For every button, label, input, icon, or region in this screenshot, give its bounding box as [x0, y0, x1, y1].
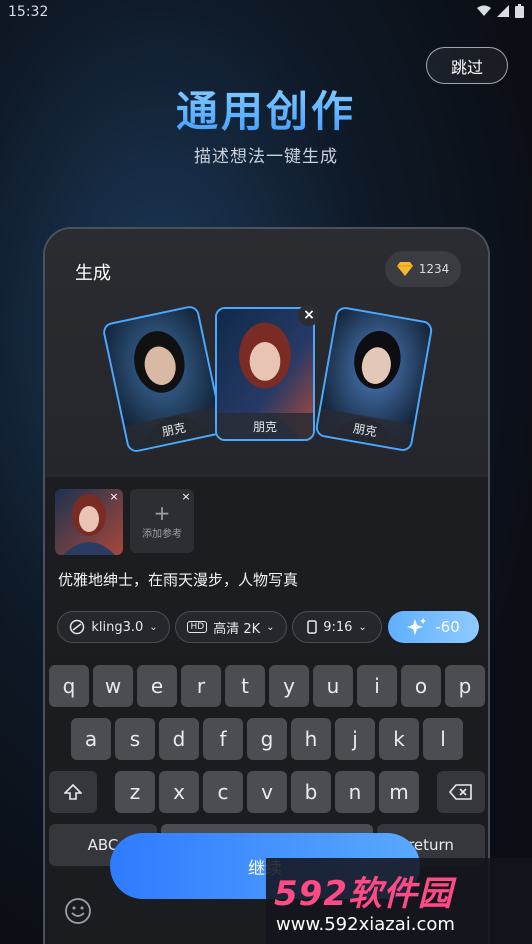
backspace-icon — [449, 784, 472, 800]
prompt-input[interactable]: 优雅地绅士，在雨天漫步，人物写真 — [58, 569, 298, 590]
key-e[interactable]: e — [137, 665, 177, 707]
key-d[interactable]: d — [159, 718, 199, 760]
hero-title: 通用创作 — [0, 78, 532, 139]
battery-icon — [515, 4, 524, 18]
phone-ratio-icon — [307, 620, 317, 634]
chevron-down-icon: ⌄ — [358, 621, 367, 633]
backspace-key[interactable] — [437, 771, 485, 813]
ratio-label: 9:16 — [323, 619, 353, 635]
quality-selector[interactable]: HD 高清 2K ⌄ — [175, 611, 287, 643]
key-k[interactable]: k — [379, 718, 419, 760]
add-reference-label: 添加参考 — [142, 528, 182, 540]
quality-label: 高清 2K — [213, 621, 261, 637]
key-h[interactable]: h — [291, 718, 331, 760]
credits-count: 1234 — [418, 262, 450, 276]
key-u[interactable]: u — [313, 665, 353, 707]
key-q[interactable]: q — [49, 665, 89, 707]
key-o[interactable]: o — [401, 665, 441, 707]
style-card-right[interactable]: 朋克 — [314, 305, 434, 453]
generate-panel: 生成 1234 朋克 朋克 朋克 × — [45, 229, 488, 477]
model-icon — [70, 619, 85, 635]
style-card-center[interactable]: 朋克 — [215, 307, 315, 441]
remove-reference-icon[interactable]: × — [107, 489, 121, 503]
close-add-reference-icon[interactable]: × — [179, 489, 193, 503]
key-j[interactable]: j — [335, 718, 375, 760]
key-p[interactable]: p — [445, 665, 485, 707]
generate-button[interactable]: -60 — [388, 611, 479, 643]
key-y[interactable]: y — [269, 665, 309, 707]
key-g[interactable]: g — [247, 718, 287, 760]
key-v[interactable]: v — [247, 771, 287, 813]
status-time: 15:32 — [8, 4, 49, 20]
key-a[interactable]: a — [71, 718, 111, 760]
shift-icon — [64, 784, 82, 800]
generate-cost: -60 — [435, 618, 460, 636]
shift-key[interactable] — [49, 771, 97, 813]
wifi-icon — [477, 5, 491, 16]
credits-badge[interactable]: 1234 — [385, 251, 461, 287]
sparkle-icon — [407, 618, 427, 635]
key-w[interactable]: w — [93, 665, 133, 707]
key-s[interactable]: s — [115, 718, 155, 760]
key-x[interactable]: x — [159, 771, 199, 813]
watermark-url: www.592xiazai.com — [276, 914, 455, 935]
key-i[interactable]: i — [357, 665, 397, 707]
key-f[interactable]: f — [203, 718, 243, 760]
chevron-down-icon: ⌄ — [266, 621, 275, 633]
emoji-icon[interactable] — [64, 897, 92, 925]
close-icon[interactable]: × — [298, 304, 320, 326]
status-icons — [477, 4, 524, 18]
key-n[interactable]: n — [335, 771, 375, 813]
hero-subtitle: 描述想法一键生成 — [194, 147, 338, 167]
watermark-brand: 592软件园 — [274, 874, 453, 914]
signal-icon — [497, 5, 509, 17]
key-m[interactable]: m — [379, 771, 419, 813]
reference-area: × + 添加参考 × 优雅地绅士，在雨天漫步，人物写真 kling3.0 ⌄ H… — [45, 477, 488, 657]
diamond-icon — [396, 262, 413, 276]
status-bar: 15:32 — [0, 0, 532, 26]
key-l[interactable]: l — [423, 718, 463, 760]
model-selector[interactable]: kling3.0 ⌄ — [57, 611, 170, 643]
model-label: kling3.0 — [91, 619, 144, 635]
key-c[interactable]: c — [203, 771, 243, 813]
key-r[interactable]: r — [181, 665, 221, 707]
style-card-left[interactable]: 朋克 — [101, 304, 225, 454]
panel-title: 生成 — [75, 263, 111, 284]
hd-icon: HD — [187, 621, 208, 633]
key-z[interactable]: z — [115, 771, 155, 813]
key-t[interactable]: t — [225, 665, 265, 707]
ratio-selector[interactable]: 9:16 ⌄ — [292, 611, 382, 643]
watermark: 592软件园 www.592xiazai.com — [266, 858, 532, 944]
plus-icon: + — [153, 500, 171, 525]
card-label: 朋克 — [217, 413, 313, 439]
key-b[interactable]: b — [291, 771, 331, 813]
chevron-down-icon: ⌄ — [149, 621, 158, 633]
